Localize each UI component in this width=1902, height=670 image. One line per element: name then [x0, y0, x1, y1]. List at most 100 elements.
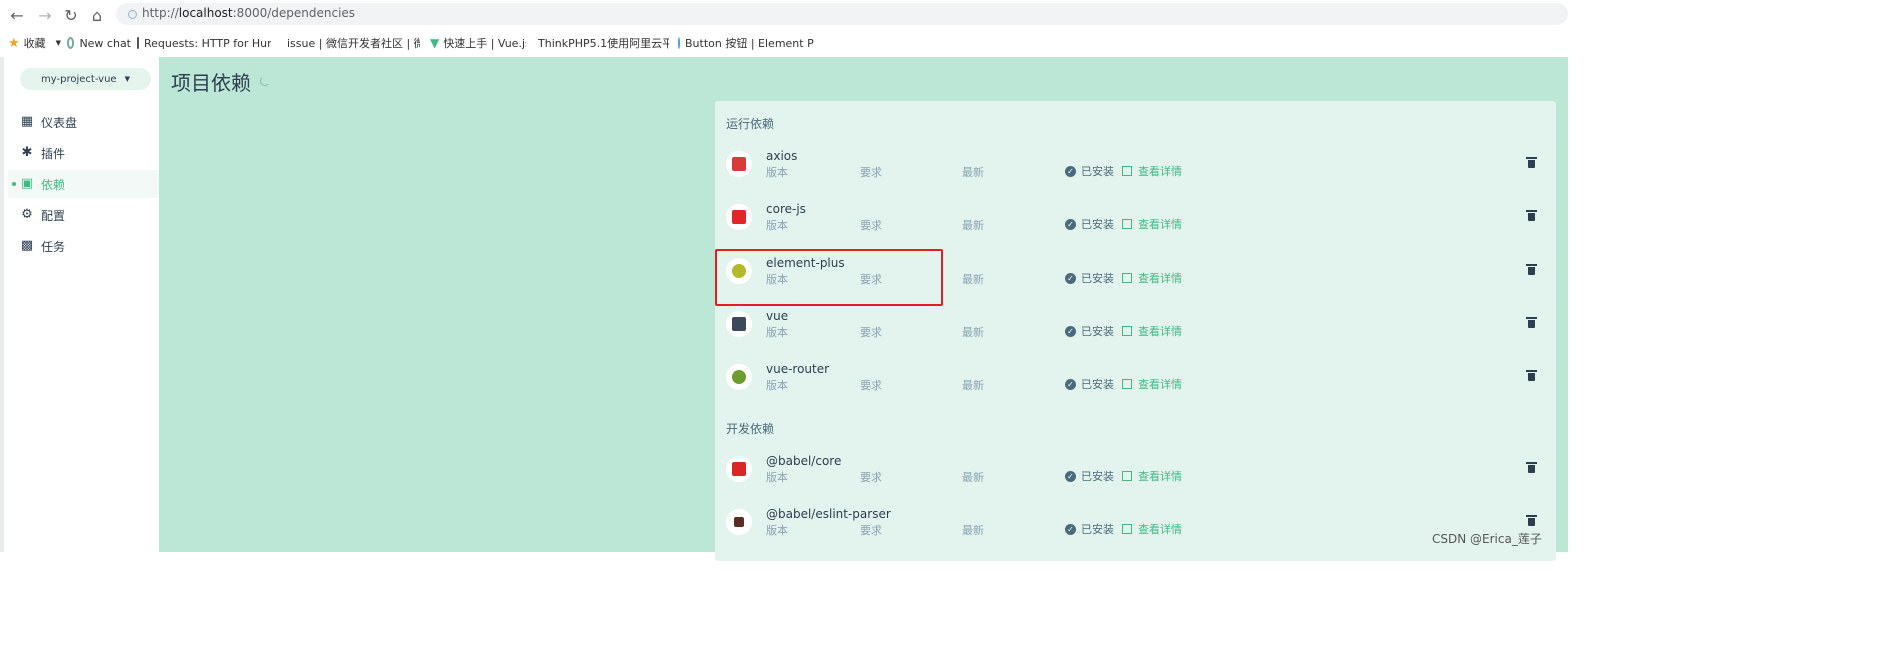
package-icon	[726, 456, 752, 482]
sidebar-item-plugins[interactable]: ✱ 插件	[8, 139, 163, 167]
dependency-row[interactable]: @babel/core 版本 要求 最新 ✓ 已安装 查看详情	[715, 448, 1556, 500]
sidebar-item-tasks[interactable]: ▩ 任务	[8, 232, 163, 260]
details-link[interactable]: 查看详情	[1138, 270, 1182, 286]
bookmark-requests[interactable]: Requests: HTTP for Hum	[137, 35, 271, 51]
puzzle-icon: ✱	[21, 145, 33, 160]
external-link-icon[interactable]	[1122, 166, 1132, 176]
home-icon[interactable]: ⌂	[86, 4, 108, 26]
element-icon	[678, 37, 680, 49]
bookmark-label: Button 按钮 | Element Plu	[685, 37, 814, 50]
project-selector[interactable]: my-project-vue ▼	[20, 68, 151, 90]
library-icon: ▣	[20, 176, 34, 191]
sidebar-item-label: 插件	[41, 146, 66, 161]
details-link[interactable]: 查看详情	[1138, 216, 1182, 232]
package-icon	[726, 311, 752, 337]
installed-label: 已安装	[1081, 523, 1114, 536]
latest-label: 最新	[962, 219, 984, 232]
version-label: 版本	[766, 379, 788, 392]
latest-label: 最新	[962, 166, 984, 179]
back-icon[interactable]: ←	[6, 4, 28, 26]
site-info-icon[interactable]	[128, 10, 137, 19]
url-host: localhost	[178, 6, 233, 20]
page-title: 项目依赖	[171, 71, 251, 95]
trash-icon[interactable]	[1526, 370, 1537, 381]
external-link-icon[interactable]	[1122, 524, 1132, 534]
dependency-row[interactable]: @babel/eslint-parser 版本 要求 最新 ✓ 已安装 查看详情	[715, 501, 1556, 553]
install-status: ✓ 已安装 查看详情	[1065, 323, 1182, 339]
latest-label: 最新	[962, 379, 984, 392]
browser-chrome: ← → ↻ ⌂ http://localhost:8000/dependenci…	[0, 0, 1568, 57]
trash-icon[interactable]	[1526, 157, 1537, 168]
url-text[interactable]: http://localhost:8000/dependencies	[142, 6, 355, 20]
loading-spinner-icon	[260, 76, 270, 86]
details-link[interactable]: 查看详情	[1138, 468, 1182, 484]
external-link-icon[interactable]	[1122, 273, 1132, 283]
required-label: 要求	[860, 524, 882, 537]
installed-label: 已安装	[1081, 272, 1114, 285]
details-link[interactable]: 查看详情	[1138, 163, 1182, 179]
details-link[interactable]: 查看详情	[1138, 323, 1182, 339]
sidebar: my-project-vue ▼ ▦ 仪表盘 ✱ 插件 ▣ 依赖 ⚙ 配置 ▩ …	[0, 57, 163, 552]
bookmark-wechat-issue[interactable]: issue | 微信开发者社区 | 微	[282, 35, 420, 51]
dependency-row[interactable]: axios 版本 要求 最新 ✓ 已安装 查看详情	[715, 143, 1556, 195]
package-icon	[726, 151, 752, 177]
check-circle-icon: ✓	[1065, 470, 1076, 482]
doc-icon	[137, 37, 139, 49]
bookmark-label: 快速上手 | Vue.js	[443, 37, 526, 50]
details-link[interactable]: 查看详情	[1138, 376, 1182, 392]
sidebar-item-config[interactable]: ⚙ 配置	[8, 201, 163, 229]
details-link[interactable]: 查看详情	[1138, 521, 1182, 537]
check-circle-icon: ✓	[1065, 325, 1076, 337]
required-label: 要求	[860, 166, 882, 179]
chevron-down-icon: ▼	[55, 39, 62, 47]
package-icon	[726, 258, 752, 284]
dependency-row[interactable]: vue-router 版本 要求 最新 ✓ 已安装 查看详情	[715, 356, 1556, 408]
version-label: 版本	[766, 219, 788, 232]
bookmark-label: Requests: HTTP for Hum	[144, 36, 271, 50]
bookmark-label: issue | 微信开发者社区 | 微	[287, 37, 420, 50]
watermark: CSDN @Erica_莲子	[1432, 532, 1542, 546]
dependency-row[interactable]: vue 版本 要求 最新 ✓ 已安装 查看详情	[715, 303, 1556, 355]
external-link-icon[interactable]	[1122, 326, 1132, 336]
install-status: ✓ 已安装 查看详情	[1065, 376, 1182, 392]
bookmark-favorites[interactable]: ★ 收藏 ▼	[8, 35, 66, 51]
bookmark-new-chat[interactable]: New chat	[67, 35, 131, 51]
sidebar-item-dashboard[interactable]: ▦ 仪表盘	[8, 108, 163, 136]
sidebar-item-label: 配置	[41, 208, 66, 223]
main-content: 项目依赖 运行依赖 axios 版本 要求 最新 ✓ 已安装 查看详情 core…	[159, 57, 1568, 561]
sidebar-item-dependencies[interactable]: ▣ 依赖	[8, 170, 163, 198]
bookmark-vue-quickstart[interactable]: ▼ 快速上手 | Vue.js	[430, 35, 526, 51]
dependency-name: axios	[766, 149, 798, 163]
installed-label: 已安装	[1081, 218, 1114, 231]
trash-icon[interactable]	[1526, 317, 1537, 328]
vue-icon: ▼	[430, 36, 440, 50]
trash-icon[interactable]	[1526, 515, 1537, 526]
trash-icon[interactable]	[1526, 264, 1537, 275]
group-title-dev: 开发依赖	[726, 422, 775, 436]
dependency-name: vue-router	[766, 362, 830, 376]
install-status: ✓ 已安装 查看详情	[1065, 521, 1182, 537]
dependencies-panel: 运行依赖 axios 版本 要求 最新 ✓ 已安装 查看详情 core-js 版…	[715, 101, 1556, 561]
package-icon	[726, 509, 752, 535]
reload-icon[interactable]: ↻	[60, 4, 82, 26]
bookmark-element-button[interactable]: Button 按钮 | Element Plu	[678, 35, 814, 51]
chat-icon	[67, 37, 75, 49]
url-path: :8000/dependencies	[232, 6, 356, 20]
dependency-name: vue	[766, 309, 789, 323]
external-link-icon[interactable]	[1122, 219, 1132, 229]
external-link-icon[interactable]	[1122, 379, 1132, 389]
installed-label: 已安装	[1081, 165, 1114, 178]
caret-down-icon: ▼	[124, 75, 130, 83]
bookmark-thinkphp[interactable]: ThinkPHP5.1使用阿里云平	[533, 35, 669, 51]
version-label: 版本	[766, 326, 788, 339]
latest-label: 最新	[962, 273, 984, 286]
forward-icon[interactable]: →	[34, 4, 56, 26]
browser-nav-row: ← → ↻ ⌂ http://localhost:8000/dependenci…	[0, 0, 1568, 29]
bookmark-label: New chat	[79, 36, 131, 50]
install-status: ✓ 已安装 查看详情	[1065, 163, 1182, 179]
dependency-row[interactable]: element-plus 版本 要求 最新 ✓ 已安装 查看详情	[715, 250, 1556, 302]
trash-icon[interactable]	[1526, 210, 1537, 221]
trash-icon[interactable]	[1526, 462, 1537, 473]
dependency-row[interactable]: core-js 版本 要求 最新 ✓ 已安装 查看详情	[715, 196, 1556, 248]
external-link-icon[interactable]	[1122, 471, 1132, 481]
